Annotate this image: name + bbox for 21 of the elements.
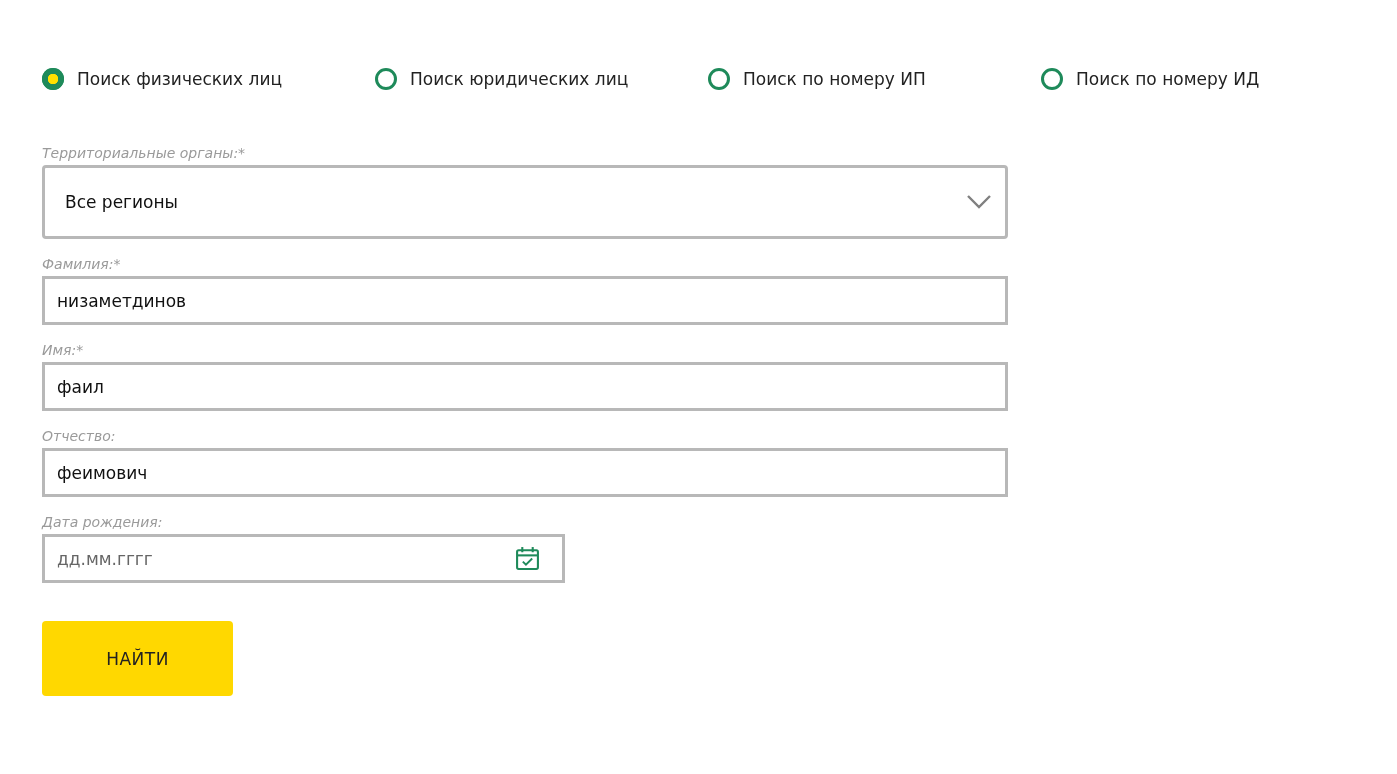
text-field[interactable]: низаметдинов — [42, 276, 1008, 325]
search-button[interactable]: НАЙТИ — [42, 621, 233, 696]
radio-label[interactable]: Поиск физических лиц — [77, 69, 283, 89]
radio-button[interactable] — [1041, 68, 1063, 90]
text-field[interactable]: феимович — [42, 448, 1008, 497]
radio-label[interactable]: Поиск юридических лиц — [410, 69, 629, 89]
radio-button[interactable] — [42, 68, 64, 90]
field-label: Территориальные органы:* — [42, 145, 247, 162]
radio-button[interactable] — [375, 68, 397, 90]
field-label: Дата рождения: — [42, 514, 164, 531]
radio-label[interactable]: Поиск по номеру ИД — [1076, 69, 1260, 89]
chevron-down-icon — [967, 195, 991, 209]
radio-label[interactable]: Поиск по номеру ИП — [743, 69, 926, 89]
date-field[interactable]: дд.мм.гггг — [42, 534, 565, 583]
radio-button[interactable] — [708, 68, 730, 90]
calendar-icon[interactable] — [515, 546, 540, 571]
text-field[interactable]: фаил — [42, 362, 1008, 411]
field-label: Отчество: — [42, 428, 117, 445]
region-select[interactable]: Все регионы — [42, 165, 1008, 239]
field-label: Имя:* — [42, 342, 85, 359]
field-label: Фамилия:* — [42, 256, 122, 273]
